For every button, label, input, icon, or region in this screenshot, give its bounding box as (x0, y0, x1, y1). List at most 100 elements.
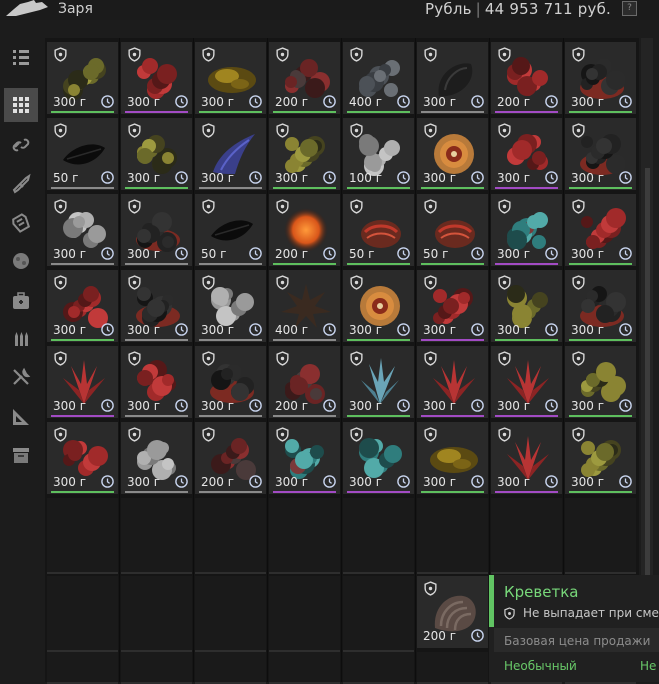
empty-slot[interactable] (195, 498, 266, 574)
inventory-slot[interactable]: 300 г (565, 270, 636, 342)
empty-slot[interactable] (121, 576, 192, 652)
rarity-underline (273, 111, 336, 113)
inventory-slot[interactable]: 200 г (269, 42, 340, 114)
item-weight: 300 г (53, 475, 87, 489)
inventory-slot[interactable]: 400 г (343, 42, 414, 114)
inventory-slot[interactable]: 300 г (47, 270, 118, 342)
inventory-slot[interactable]: 300 г (195, 118, 266, 190)
shield-icon (424, 275, 437, 290)
sidebar-item-artifacts[interactable] (4, 88, 38, 122)
inventory-slot[interactable]: 100 г (343, 118, 414, 190)
inventory-slot[interactable]: 300 г (491, 194, 562, 266)
rarity-underline (273, 491, 336, 493)
shield-icon (498, 47, 511, 62)
empty-slot[interactable] (269, 576, 340, 652)
inventory-slot[interactable]: 300 г (565, 118, 636, 190)
rarity-underline (569, 263, 632, 265)
inventory-slot[interactable]: 300 г (121, 270, 192, 342)
empty-slot[interactable] (121, 652, 192, 684)
inventory-slot[interactable]: 300 г (195, 42, 266, 114)
shield-icon (350, 199, 363, 214)
inventory-slot[interactable]: 50 г (47, 118, 118, 190)
item-weight: 300 г (423, 95, 457, 109)
tooltip-title: Креветка (504, 583, 579, 601)
sidebar-item-materials[interactable] (4, 244, 38, 278)
tools-icon (13, 367, 31, 385)
empty-slot[interactable] (47, 498, 118, 574)
sidebar-item-weapons[interactable] (4, 166, 38, 200)
inventory-slot[interactable]: 300 г (269, 422, 340, 494)
inventory-slot[interactable]: 300 г (121, 42, 192, 114)
column-divider (193, 38, 194, 682)
item-weight: 200 г (275, 247, 309, 261)
inventory-slot[interactable]: 300 г (417, 118, 488, 190)
inventory-slot[interactable]: 300 г (491, 422, 562, 494)
inventory-slot[interactable]: 300 г (565, 42, 636, 114)
inventory-slot[interactable]: 300 г (491, 346, 562, 418)
empty-slot[interactable] (417, 498, 488, 574)
help-button[interactable]: ? (622, 1, 637, 16)
inventory-slot[interactable]: 300 г (121, 422, 192, 494)
sidebar-item-medicine[interactable] (4, 284, 38, 318)
inventory-slot[interactable]: 200 г (269, 194, 340, 266)
scrollbar-thumb[interactable] (645, 168, 650, 578)
empty-slot[interactable] (343, 652, 414, 684)
sidebar-item-misc[interactable] (4, 438, 38, 472)
item-weight: 300 г (571, 399, 605, 413)
inventory-slot[interactable]: 300 г (417, 422, 488, 494)
sidebar-item-tools[interactable] (4, 360, 38, 394)
shield-icon (498, 199, 511, 214)
empty-slot[interactable] (269, 652, 340, 684)
inventory-slot[interactable]: 50 г (343, 194, 414, 266)
empty-slot[interactable] (343, 576, 414, 652)
inventory-slot[interactable]: 300 г (47, 422, 118, 494)
inventory-slot[interactable]: 300 г (343, 270, 414, 342)
empty-slot[interactable] (195, 652, 266, 684)
sidebar-item-armor[interactable] (4, 206, 38, 240)
empty-slot[interactable] (47, 652, 118, 684)
inventory-slot[interactable]: 300 г (343, 346, 414, 418)
inventory-slot[interactable]: 200 г (195, 422, 266, 494)
inventory-slot[interactable]: 300 г (565, 194, 636, 266)
inventory-slot[interactable]: 300 г (47, 346, 118, 418)
empty-slot[interactable] (417, 652, 488, 684)
sidebar-item-drawing[interactable] (4, 400, 38, 434)
inventory-slot[interactable]: 50 г (417, 194, 488, 266)
empty-slot[interactable] (269, 498, 340, 574)
inventory-slot[interactable]: 300 г (491, 118, 562, 190)
shield-icon (128, 275, 141, 290)
inventory-slot[interactable]: 300 г (121, 118, 192, 190)
inventory-slot[interactable]: 300 г (195, 270, 266, 342)
sidebar-item-ammo[interactable] (4, 322, 38, 356)
inventory-slot[interactable]: 300 г (565, 346, 636, 418)
inventory-slot[interactable]: 300 г (343, 422, 414, 494)
inventory-slot[interactable]: 300 г (417, 270, 488, 342)
sidebar-item-containers[interactable] (4, 128, 38, 162)
empty-slot[interactable] (343, 498, 414, 574)
rarity-underline (273, 415, 336, 417)
inventory-slot[interactable]: 300 г (269, 118, 340, 190)
empty-slot[interactable] (47, 576, 118, 652)
ruler-icon (13, 409, 29, 425)
inventory-slot[interactable]: 200 г (491, 42, 562, 114)
inventory-slot[interactable]: 300 г (417, 42, 488, 114)
clock-icon (101, 399, 114, 412)
inventory-slot[interactable]: 400 г (269, 270, 340, 342)
empty-slot[interactable] (195, 576, 266, 652)
inventory-slot[interactable]: 300 г (47, 42, 118, 114)
inventory-slot[interactable]: 200 г (269, 346, 340, 418)
inventory-slot[interactable]: 300 г (47, 194, 118, 266)
empty-slot[interactable] (121, 498, 192, 574)
inventory-slot[interactable]: 300 г (121, 194, 192, 266)
inventory-slot[interactable]: 50 г (195, 194, 266, 266)
rifle-icon (12, 173, 31, 194)
empty-slot[interactable] (565, 498, 636, 574)
inventory-slot[interactable]: 300 г (491, 270, 562, 342)
inventory-slot[interactable]: 300 г (565, 422, 636, 494)
sidebar-item-all[interactable] (4, 40, 38, 74)
empty-slot[interactable] (491, 498, 562, 574)
hovered-item-slot[interactable]: 200 г (417, 576, 488, 648)
inventory-slot[interactable]: 300 г (195, 346, 266, 418)
inventory-slot[interactable]: 300 г (121, 346, 192, 418)
inventory-slot[interactable]: 300 г (417, 346, 488, 418)
